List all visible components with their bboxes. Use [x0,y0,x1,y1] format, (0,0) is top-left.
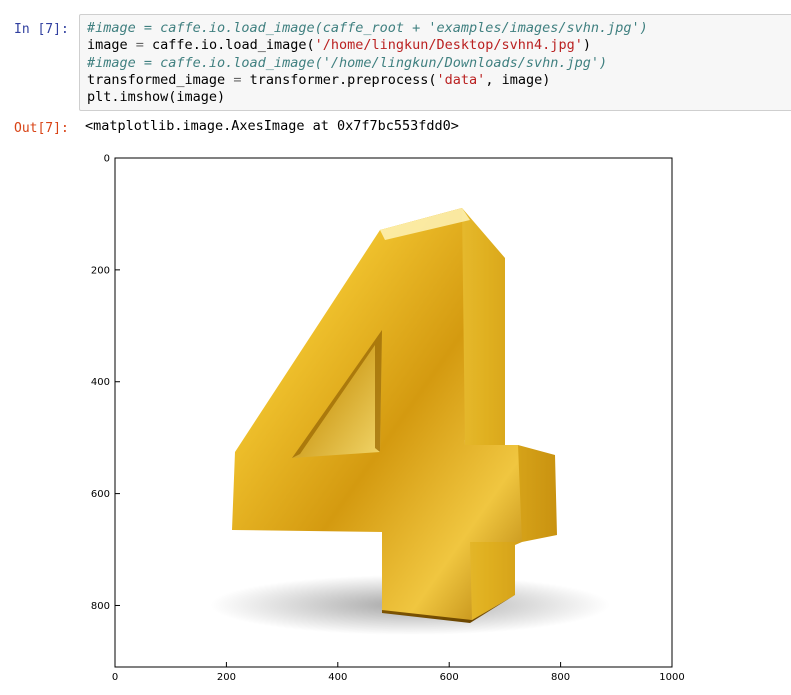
code-token: #image = caffe.io.load_image('/home/ling… [87,54,608,71]
code-line: image = caffe.io.load_image('/home/lingk… [87,37,648,54]
input-prompt: In [7]: [14,22,69,37]
code-token: #image = caffe.io.load_image(caffe_root … [87,20,648,36]
matplotlib-plot: 0 200 400 600 800 1000 0 200 400 600 800 [91,154,685,684]
y-tick-label: 800 [91,601,110,612]
code-token: plt.imshow(image) [87,89,226,106]
x-tick-label: 400 [328,672,347,683]
x-tick-label: 1000 [659,672,684,683]
x-tick-label: 600 [440,672,459,683]
code-token: caffe.io.load_image( [143,37,315,54]
code-token: '/home/lingkun/Desktop/svhn4.jpg' [314,37,583,54]
output-prompt: Out[7]: [14,121,69,136]
code-token: transformed_image [87,71,234,88]
code-line: plt.imshow(image) [87,89,648,106]
y-tick-label: 200 [91,265,110,276]
code-token: image [87,37,136,54]
code-token: ) [582,37,591,54]
code-line: #image = caffe.io.load_image(caffe_root … [87,20,648,37]
code-editor[interactable]: #image = caffe.io.load_image(caffe_root … [87,20,648,106]
x-tick-label: 200 [217,672,236,683]
y-tick-label: 0 [104,154,110,165]
plot-image [115,158,672,667]
code-token: transformer.preprocess( [241,71,437,88]
code-token: 'data' [436,71,486,88]
output-text: <matplotlib.image.AxesImage at 0x7f7bc55… [85,118,459,134]
x-tick-label: 0 [112,672,118,683]
y-tick-label: 400 [91,377,110,388]
code-line: #image = caffe.io.load_image('/home/ling… [87,55,648,72]
code-line: transformed_image = transformer.preproce… [87,72,648,89]
code-input-area[interactable]: #image = caffe.io.load_image(caffe_root … [79,14,791,111]
code-token: , image) [485,71,551,88]
y-tick-label: 600 [91,489,110,500]
x-tick-label: 800 [551,672,570,683]
code-token: = [135,37,144,54]
